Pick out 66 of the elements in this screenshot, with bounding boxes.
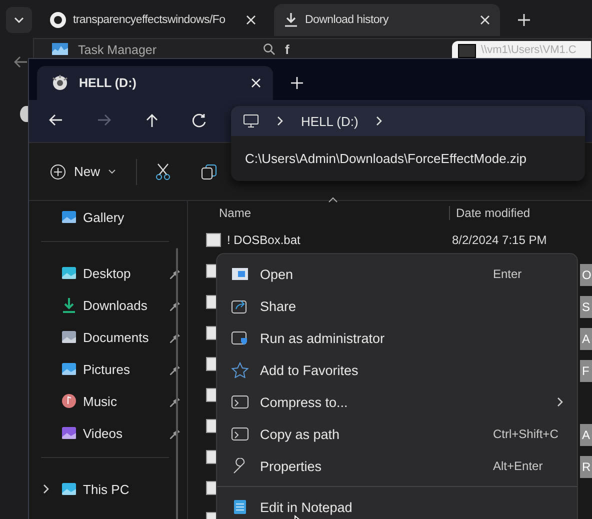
tab-title: HELL (D:)	[79, 76, 138, 90]
drive-icon	[51, 74, 69, 92]
key-tip: O	[580, 264, 592, 286]
new-tab-icon[interactable]	[291, 77, 303, 89]
sidebar-item[interactable]: Documents	[29, 321, 187, 353]
back-arrow-icon	[14, 56, 28, 68]
file-name: ! DOSBox.bat	[227, 233, 302, 247]
file-icon	[206, 233, 221, 247]
menu-item[interactable]: Compress to...	[217, 386, 577, 418]
close-icon[interactable]	[480, 15, 490, 25]
copy-icon[interactable]	[201, 164, 218, 180]
sidebar-item[interactable]: Videos	[29, 417, 187, 449]
sidebar-item[interactable]: Gallery	[29, 201, 187, 233]
chevron-right-icon[interactable]	[376, 116, 382, 126]
key-tip: A	[580, 424, 592, 446]
sidebar-item[interactable]: Desktop	[29, 257, 187, 289]
tab-list-button[interactable]	[6, 7, 32, 33]
archive-app-icon	[458, 44, 476, 58]
chevron-down-icon	[14, 17, 24, 23]
sidebar-item[interactable]: This PC	[29, 473, 187, 505]
key-tip: F	[580, 360, 592, 382]
window-icon	[231, 266, 249, 282]
chevron-right-icon	[277, 116, 283, 126]
breadcrumb-item[interactable]: HELL (D:)	[301, 114, 358, 128]
notepad-icon	[231, 499, 249, 515]
column-header[interactable]: Name	[206, 206, 450, 220]
caret-icon	[108, 169, 116, 174]
archive-path: \\vm1\Users\VM1.C	[481, 43, 576, 57]
star-icon	[231, 362, 249, 378]
new-tab-icon[interactable]	[518, 14, 530, 26]
file-date: 8/2/2024 7:15 PM	[452, 233, 547, 247]
shortcut-text: Alt+Enter	[493, 459, 544, 473]
address-suggestion[interactable]: C:\Users\Admin\Downloads\ForceEffectMode.zip	[231, 136, 585, 166]
plus-circle-icon	[50, 164, 66, 180]
refresh-icon[interactable]	[192, 113, 208, 129]
download-icon	[61, 297, 77, 313]
search-icon	[263, 43, 275, 55]
tab-title: transparencyeffectswindows/Fo	[73, 14, 226, 26]
column-header[interactable]: Date modified	[450, 206, 530, 220]
browser-tab[interactable]: transparencyeffectswindows/Fo	[40, 4, 266, 36]
key-tip: S	[580, 296, 592, 318]
expand-chevron-icon[interactable]	[43, 484, 49, 494]
chart-icon	[52, 43, 68, 55]
cut-icon[interactable]	[155, 162, 172, 180]
key-tip: A	[580, 328, 592, 350]
sort-caret-icon	[328, 197, 338, 203]
browser-tab[interactable]: Download history	[274, 4, 500, 36]
new-button[interactable]: New	[48, 160, 118, 184]
music-icon	[61, 393, 77, 409]
monitor-icon	[243, 114, 259, 128]
tab-title: Download history	[305, 14, 390, 26]
shortcut-text: Enter	[493, 267, 523, 281]
close-icon[interactable]	[251, 78, 261, 88]
search-text: f	[285, 43, 290, 57]
shield-window-icon	[231, 330, 249, 346]
share-icon	[231, 298, 249, 314]
sidebar-item[interactable]: Pictures	[29, 353, 187, 385]
explorer-tab[interactable]: HELL (D:)	[37, 66, 273, 100]
download-icon	[284, 12, 298, 28]
key-tip: R	[580, 456, 592, 478]
up-icon[interactable]	[144, 113, 160, 129]
shortcut-text: Ctrl+Shift+C	[493, 427, 560, 441]
close-icon[interactable]	[246, 15, 256, 25]
menu-item[interactable]: Edit in Notepad	[217, 491, 577, 519]
terminal-icon	[231, 426, 249, 442]
window-title: Task Manager	[78, 43, 158, 57]
